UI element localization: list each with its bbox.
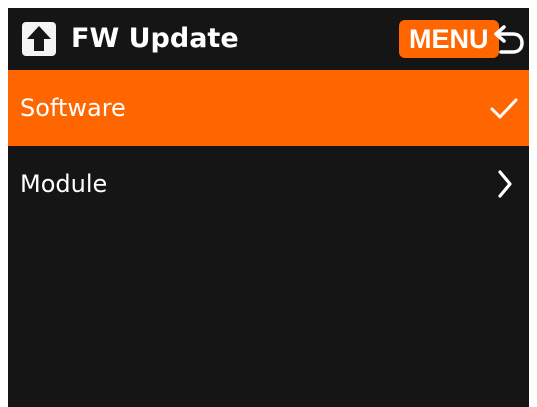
list-item-software[interactable]: Software [8, 70, 529, 146]
return-arrow-icon[interactable] [493, 22, 525, 56]
menu-button[interactable]: MENU [399, 20, 499, 58]
device-screen: FW Update MENU Software Module [8, 8, 529, 407]
menu-list: Software Module [8, 70, 529, 222]
list-item-module[interactable]: Module [8, 146, 529, 222]
chevron-right-icon [489, 168, 519, 200]
list-item-label: Software [20, 94, 126, 122]
page-title: FW Update [71, 23, 239, 54]
checkmark-icon [489, 92, 519, 124]
upload-arrow-icon [22, 22, 56, 56]
list-item-label: Module [20, 170, 108, 198]
header-bar: FW Update MENU [8, 8, 529, 70]
